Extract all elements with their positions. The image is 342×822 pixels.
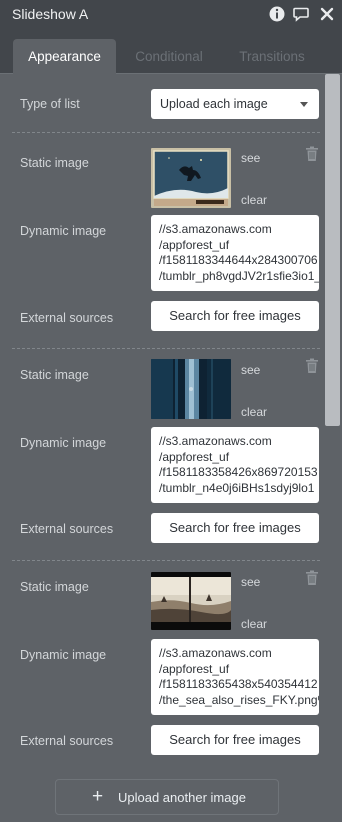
see-link[interactable]: see [241,575,260,589]
dynamic-image-label: Dynamic image [20,224,107,238]
see-link[interactable]: see [241,363,260,377]
static-image-thumbnail[interactable] [151,359,231,419]
dynamic-image-line: /f1581183358426x869720153 [159,465,318,479]
search-free-images-button[interactable]: Search for free images [151,301,319,331]
upload-another-image-button[interactable]: + Upload another image [55,779,279,815]
dynamic-image-line: /f1581183344644x284300706 [159,253,318,267]
chevron-down-icon [300,102,308,107]
divider [12,560,320,561]
static-image-thumbnail[interactable] [151,572,231,630]
static-image-label: Static image [20,156,89,170]
dynamic-image-label: Dynamic image [20,648,107,662]
info-icon[interactable] [268,5,286,23]
appearance-content: Type of list Upload each image Static im… [0,74,324,822]
type-of-list-dropdown[interactable]: Upload each image [151,89,319,119]
comment-icon[interactable] [292,5,310,23]
external-sources-label: External sources [20,311,114,325]
search-free-images-button[interactable]: Search for free images [151,725,319,755]
dynamic-image-line: //s3.amazonaws.com [159,646,272,660]
dynamic-image-field[interactable]: //s3.amazonaws.com /appforest_uf /f15811… [151,427,319,503]
clear-link[interactable]: clear [241,617,267,631]
clear-link[interactable]: clear [241,405,267,419]
property-editor-panel: Slideshow A Appearance Conditional Trans… [0,0,342,822]
see-link[interactable]: see [241,151,260,165]
type-of-list-value: Upload each image [160,97,268,111]
trash-icon[interactable] [305,570,319,586]
static-image-label: Static image [20,580,89,594]
dynamic-image-line: /tumblr_n4e0j6iBHs1sdyj9lo1 [159,480,315,495]
dynamic-image-field[interactable]: //s3.amazonaws.com /appforest_uf /f15811… [151,639,319,715]
tab-conditional[interactable]: Conditional [122,39,216,74]
upload-another-image-label: Upload another image [118,790,246,805]
tab-transitions[interactable]: Transitions [226,39,318,74]
close-icon[interactable] [318,5,336,23]
dynamic-image-line: /f1581183365438x540354412 [159,677,318,691]
dynamic-image-line: //s3.amazonaws.com [159,222,272,236]
divider [12,348,320,349]
tab-appearance[interactable]: Appearance [13,39,116,74]
dynamic-image-line: /appforest_uf [159,661,230,676]
external-sources-label: External sources [20,522,114,536]
search-free-images-button[interactable]: Search for free images [151,513,319,543]
clear-link[interactable]: clear [241,193,267,207]
static-image-label: Static image [20,368,89,382]
trash-icon[interactable] [305,146,319,162]
static-image-thumbnail[interactable] [151,148,231,208]
dynamic-image-line: /appforest_uf [159,449,230,464]
dynamic-image-line: //s3.amazonaws.com [159,434,272,448]
panel-title: Slideshow A [12,6,89,22]
tab-bar: Appearance Conditional Transitions [0,30,342,74]
dynamic-image-line: /appforest_uf [159,237,230,252]
external-sources-label: External sources [20,734,114,748]
dynamic-image-label: Dynamic image [20,436,107,450]
scrollbar-thumb[interactable] [325,74,340,426]
dynamic-image-field[interactable]: //s3.amazonaws.com /appforest_uf /f15811… [151,215,319,291]
trash-icon[interactable] [305,358,319,374]
divider [12,132,320,133]
plus-icon: + [92,786,104,807]
type-of-list-label: Type of list [20,97,80,111]
panel-header: Slideshow A [0,0,342,30]
dynamic-image-line: /tumblr_ph8vgdJV2r1sfie3io1_ [159,268,319,283]
dynamic-image-line: /the_sea_also_rises_FKY.png% [159,692,319,707]
